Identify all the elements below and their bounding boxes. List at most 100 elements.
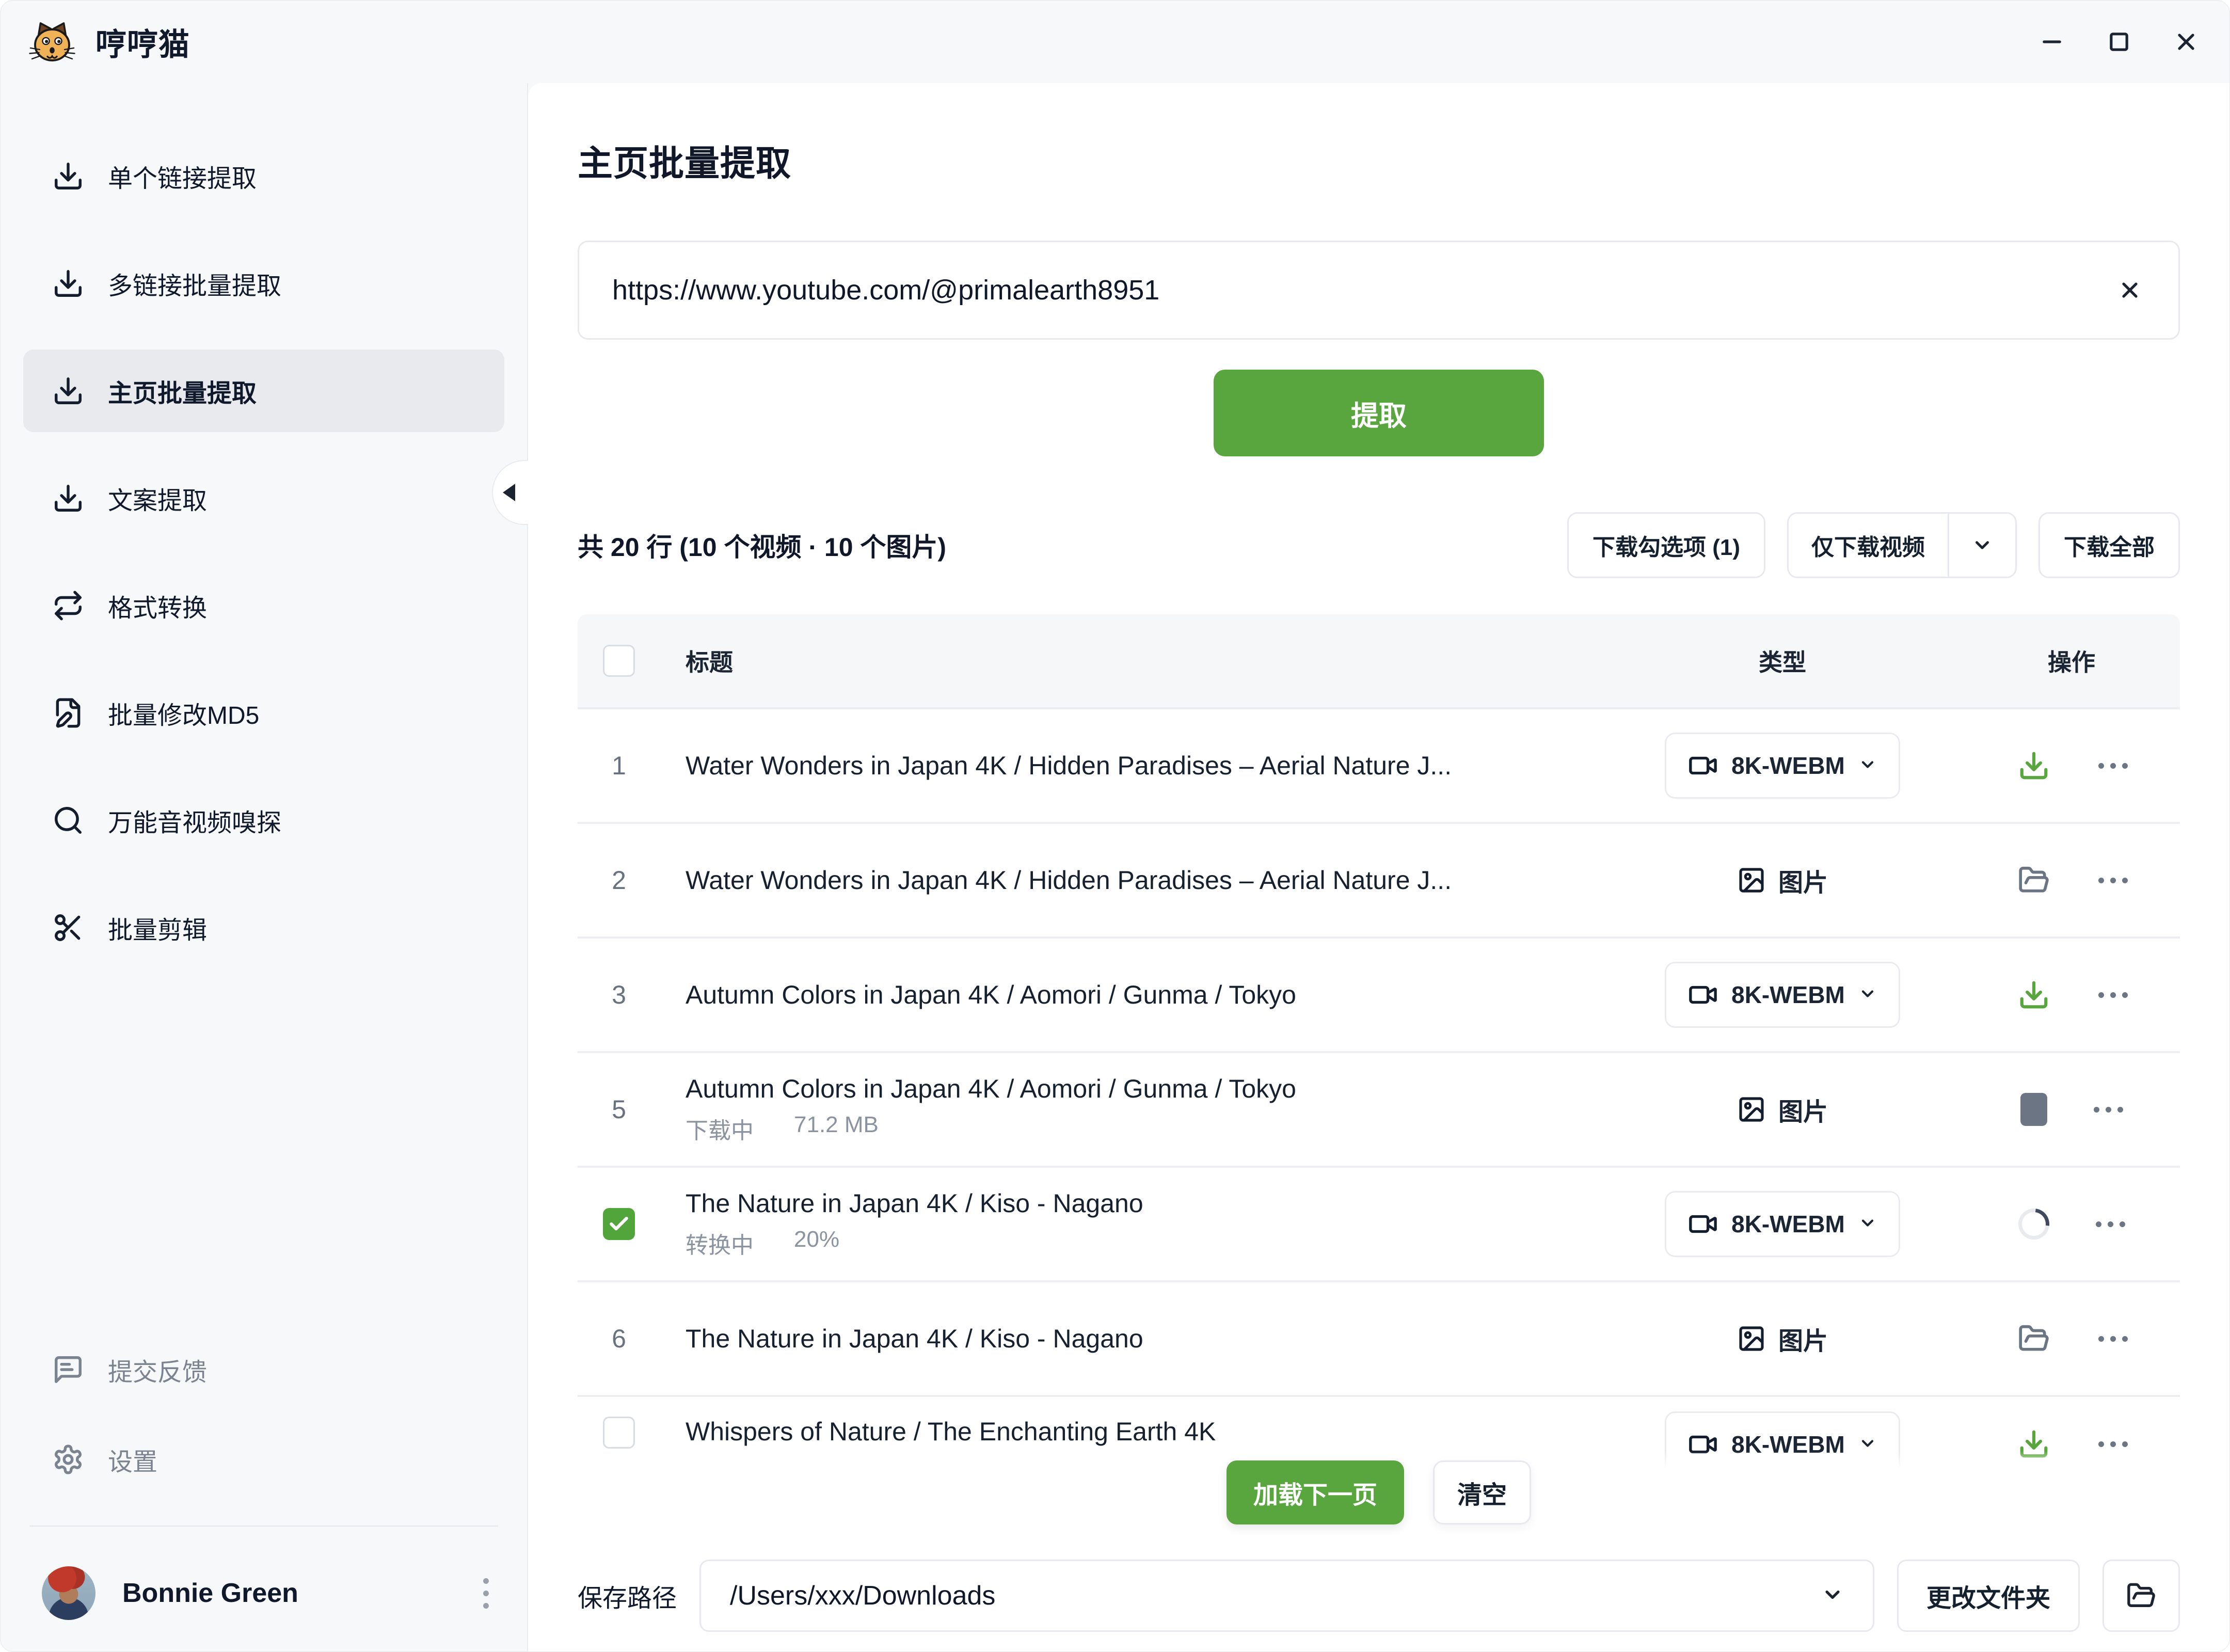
close-button[interactable]	[2172, 27, 2201, 56]
download-icon	[52, 375, 84, 407]
sidebar-item-label: 文案提取	[108, 480, 207, 516]
more-actions-button[interactable]	[2096, 1214, 2125, 1234]
format-dropdown[interactable]: 8K-WEBM	[1665, 1411, 1900, 1469]
sidebar-item-label: 单个链接提取	[108, 158, 257, 194]
sidebar-item-format-convert[interactable]: 格式转换	[23, 564, 504, 647]
sidebar-item-homepage-batch-extract[interactable]: 主页批量提取	[23, 350, 504, 432]
more-actions-button[interactable]	[2098, 985, 2128, 1005]
stats-row: 共 20 行 (10 个视频 · 10 个图片) 下载勾选项 (1) 仅下载视频…	[578, 512, 2180, 578]
sidebar-item-copy-extract[interactable]: 文案提取	[23, 457, 504, 539]
video-only-button[interactable]: 仅下载视频	[1789, 514, 1948, 577]
save-path-label: 保存路径	[578, 1578, 677, 1614]
user-profile[interactable]: Bonnie Green	[23, 1554, 504, 1632]
download-row-button[interactable]	[2016, 1426, 2052, 1462]
sidebar-item-multi-link-batch-extract[interactable]: 多链接批量提取	[23, 242, 504, 325]
user-menu-kebab-icon[interactable]	[478, 1573, 494, 1614]
minimize-button[interactable]	[2037, 27, 2066, 56]
sidebar-item-feedback[interactable]: 提交反馈	[23, 1328, 504, 1411]
open-folder-button[interactable]	[2016, 1321, 2052, 1357]
row-index: 3	[603, 980, 635, 1010]
results-table: 标题 类型 操作 1 Water Wonders in Japan 4K / H…	[578, 614, 2180, 1469]
app-logo-cat-icon	[27, 17, 77, 67]
folder-open-icon	[2126, 1581, 2156, 1611]
table-row: 5 Autumn Colors in Japan 4K / Aomori / G…	[578, 1053, 2180, 1168]
sidebar-item-label: 万能音视频嗅探	[108, 802, 281, 838]
chevron-down-icon	[1821, 1583, 1844, 1609]
column-header-type: 类型	[1759, 644, 1806, 678]
format-dropdown[interactable]: 8K-WEBM	[1665, 733, 1900, 799]
row-title: Autumn Colors in Japan 4K / Aomori / Gun…	[686, 1074, 1602, 1104]
row-title: The Nature in Japan 4K / Kiso - Nagano	[686, 1188, 1602, 1218]
download-row-button[interactable]	[2016, 748, 2052, 784]
more-actions-button[interactable]	[2094, 1100, 2123, 1120]
row-status-detail: 71.2 MB	[794, 1112, 879, 1145]
sidebar-item-media-sniffer[interactable]: 万能音视频嗅探	[23, 779, 504, 862]
row-status: 转换中	[686, 1227, 754, 1260]
open-save-folder-button[interactable]	[2102, 1560, 2180, 1632]
main-content: 主页批量提取 提取 共 20 行 (10 个视频 · 10 个图片) 下载勾选项…	[528, 83, 2229, 1652]
format-dropdown[interactable]: 8K-WEBM	[1665, 962, 1900, 1028]
chevron-left-icon	[503, 484, 515, 501]
more-actions-button[interactable]	[2098, 1329, 2128, 1349]
file-pen-icon	[52, 697, 84, 729]
result-summary: 共 20 行 (10 个视频 · 10 个图片)	[578, 527, 946, 564]
more-actions-button[interactable]	[2098, 870, 2128, 891]
download-icon	[52, 482, 84, 514]
repeat-icon	[52, 590, 84, 622]
change-folder-button[interactable]: 更改文件夹	[1897, 1560, 2080, 1632]
row-title: The Nature in Japan 4K / Kiso - Nagano	[686, 1324, 1602, 1354]
sidebar-item-single-link-extract[interactable]: 单个链接提取	[23, 135, 504, 217]
row-title: Whispers of Nature / The Enchanting Eart…	[686, 1417, 1602, 1447]
sidebar-item-settings[interactable]: 设置	[23, 1418, 504, 1501]
clear-url-button[interactable]	[2114, 275, 2145, 306]
chevron-down-icon	[1858, 1434, 1877, 1455]
more-actions-button[interactable]	[2098, 1434, 2128, 1454]
row-title: Water Wonders in Japan 4K / Hidden Parad…	[686, 751, 1602, 781]
format-label: 8K-WEBM	[1731, 1431, 1845, 1458]
row-index: 1	[603, 751, 635, 781]
download-all-button[interactable]: 下载全部	[2038, 512, 2180, 578]
column-header-actions: 操作	[2048, 644, 2095, 678]
sidebar-item-label: 批量剪辑	[108, 910, 207, 946]
extract-button[interactable]: 提取	[1214, 370, 1544, 456]
sidebar-item-batch-clip[interactable]: 批量剪辑	[23, 886, 504, 969]
chevron-down-icon	[1858, 755, 1877, 776]
download-row-button[interactable]	[2016, 977, 2052, 1013]
url-input[interactable]	[612, 274, 2114, 306]
clear-list-button[interactable]: 清空	[1433, 1460, 1531, 1524]
app-title: 哼哼猫	[95, 20, 190, 65]
open-folder-button[interactable]	[2016, 862, 2052, 898]
avatar	[42, 1566, 95, 1620]
sidebar-item-label: 提交反馈	[108, 1352, 207, 1388]
app-window: 哼哼猫 单个链接提取 多链接批量提取 主页批量提取	[0, 0, 2230, 1652]
download-toolbar: 下载勾选项 (1) 仅下载视频 下载全部	[1567, 512, 2180, 578]
video-icon	[1688, 1209, 1718, 1239]
row-checkbox[interactable]	[603, 1417, 635, 1449]
row-status: 下载中	[686, 1112, 754, 1145]
row-title: Autumn Colors in Japan 4K / Aomori / Gun…	[686, 980, 1602, 1010]
sidebar-divider	[29, 1526, 498, 1527]
format-dropdown[interactable]: 8K-WEBM	[1665, 1191, 1900, 1257]
table-header: 标题 类型 操作	[578, 614, 2180, 709]
table-row: 2 Water Wonders in Japan 4K / Hidden Par…	[578, 824, 2180, 939]
more-actions-button[interactable]	[2098, 756, 2128, 776]
row-checkbox-checked[interactable]	[603, 1208, 635, 1240]
type-label: 图片	[1778, 1321, 1828, 1357]
save-path-bar: 保存路径 /Users/xxx/Downloads 更改文件夹	[578, 1560, 2180, 1632]
select-all-checkbox[interactable]	[603, 645, 635, 677]
gear-icon	[52, 1443, 84, 1475]
download-selected-button[interactable]: 下载勾选项 (1)	[1567, 512, 1765, 578]
converting-spinner-icon	[2012, 1202, 2055, 1246]
sidebar-item-batch-md5[interactable]: 批量修改MD5	[23, 672, 504, 754]
load-next-page-button[interactable]: 加载下一页	[1226, 1460, 1404, 1524]
save-path-value: /Users/xxx/Downloads	[730, 1580, 1821, 1611]
page-title: 主页批量提取	[578, 135, 2180, 186]
save-path-select[interactable]: /Users/xxx/Downloads	[699, 1560, 1874, 1632]
stop-download-button[interactable]	[2020, 1093, 2047, 1126]
maximize-button[interactable]	[2105, 27, 2133, 56]
format-label: 8K-WEBM	[1731, 1210, 1845, 1238]
video-only-dropdown-button[interactable]	[1949, 514, 2015, 577]
video-icon	[1688, 980, 1718, 1010]
type-image: 图片	[1737, 862, 1828, 898]
video-only-split-button: 仅下载视频	[1787, 512, 2017, 578]
